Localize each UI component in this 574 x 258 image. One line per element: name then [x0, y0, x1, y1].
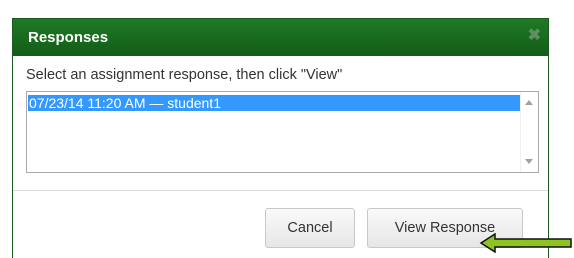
responses-dialog: Responses ✖ Select an assignment respons…	[12, 18, 549, 258]
dialog-title: Responses	[28, 29, 109, 46]
footer-divider	[13, 190, 548, 191]
cancel-button[interactable]: Cancel	[265, 208, 355, 248]
responses-listbox[interactable]: 07/23/14 11:20 AM — student1	[26, 91, 539, 173]
arrow-left-icon	[479, 233, 572, 253]
close-icon[interactable]: ✖	[528, 28, 541, 44]
instruction-text: Select an assignment response, then clic…	[26, 67, 343, 83]
dialog-titlebar: Responses ✖	[13, 19, 548, 56]
listbox-scrollbar[interactable]	[520, 92, 538, 172]
scroll-up-icon[interactable]	[525, 100, 533, 105]
list-item[interactable]: 07/23/14 11:20 AM — student1	[27, 94, 522, 112]
scroll-down-icon[interactable]	[525, 159, 533, 164]
